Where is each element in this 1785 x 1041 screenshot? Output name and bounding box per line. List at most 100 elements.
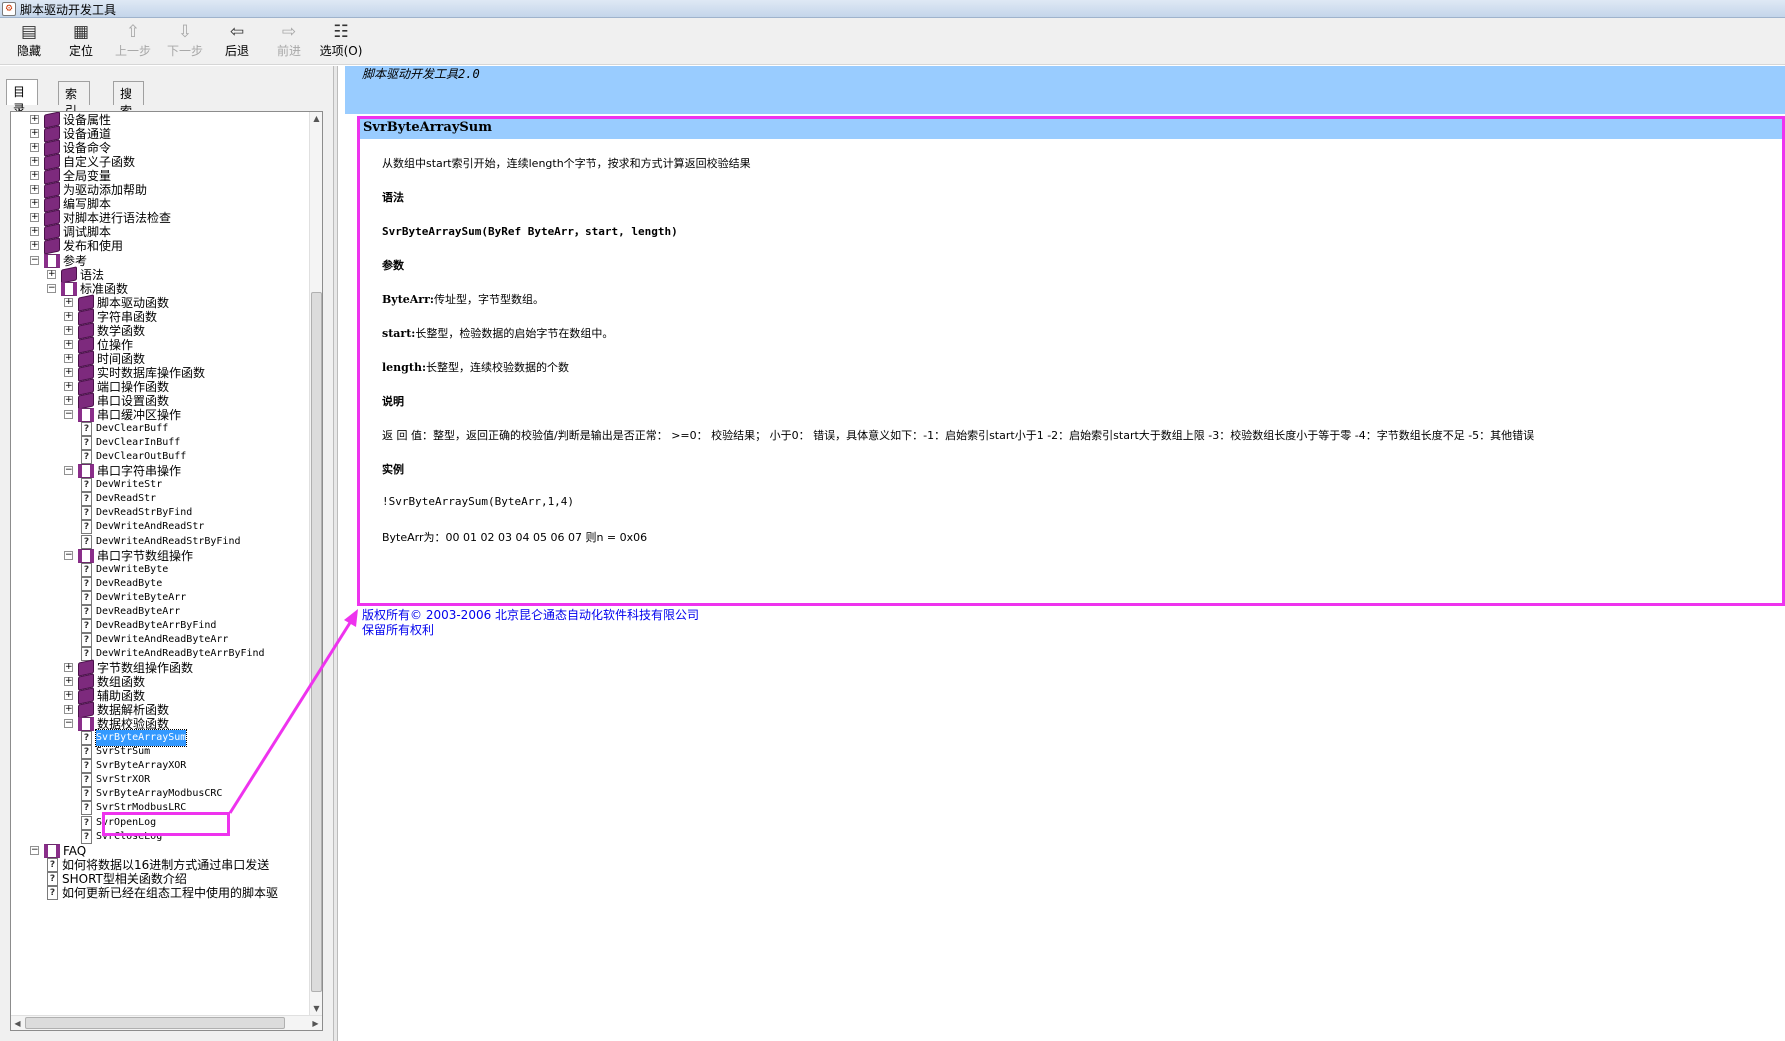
expand-icon[interactable]: + [30, 157, 39, 167]
help-page-icon: ? [81, 773, 92, 788]
app-icon: ⚙ [2, 2, 16, 16]
back-label: 后退 [224, 44, 249, 58]
topic-highlight-box: SvrByteArraySum 从数组中start索引开始，连续length个字… [357, 116, 1785, 606]
expand-icon[interactable]: + [64, 311, 73, 321]
rights-link[interactable]: 保留所有权利 [362, 623, 434, 638]
tab-2[interactable]: 搜索(S) [113, 81, 144, 133]
topic-header: SvrByteArraySum [360, 119, 1782, 139]
help-page-icon: ? [81, 492, 92, 507]
remarks-text: 返 回 值：整型，返回正确的校验值/判断是输出是否正常： >=0： 校验结果； … [382, 429, 1535, 442]
locate-button[interactable]: ▦ 定位 [55, 21, 107, 63]
vertical-scroll-thumb[interactable] [311, 292, 322, 992]
expand-icon[interactable]: + [64, 367, 73, 377]
help-page-icon: ? [81, 422, 92, 437]
help-page-icon: ? [81, 450, 92, 465]
collapse-icon[interactable]: − [64, 410, 73, 420]
title-bar: ⚙ 脚本驱动开发工具 [0, 0, 1785, 18]
expand-icon[interactable]: + [64, 396, 73, 405]
banner-title: 脚本驱动开发工具2.0 [362, 67, 480, 81]
collapse-icon[interactable]: − [64, 466, 73, 476]
scroll-up-icon[interactable]: ▲ [310, 112, 323, 125]
collapse-icon[interactable]: − [30, 845, 39, 855]
param-start: start:长整型，检验数据的启始字节在数组中。 [382, 327, 614, 340]
tree-node-label: 如何更新已经在组态工程中使用的脚本驱 [62, 885, 279, 900]
tab-1[interactable]: 索引(N) [58, 81, 91, 133]
collapse-icon[interactable]: − [30, 255, 39, 265]
back-button[interactable]: ⇦ 后退 [211, 21, 263, 63]
tree-horizontal-scrollbar[interactable]: ◀ ▶ [11, 1015, 322, 1030]
open-book-icon [78, 408, 94, 423]
help-page-icon: ? [47, 857, 58, 872]
copyright-link[interactable]: 版权所有© 2003-2006 北京昆仑通态自动化软件科技有限公司 [362, 608, 699, 623]
forward-label: 前进 [276, 44, 301, 58]
navigation-pane: 目录(C) 索引(N) 搜索(S) +设备属性+设备通道+设备命令+自定义子函数+全… [0, 66, 333, 1041]
example-result: ByteArr为：00 01 02 03 04 05 06 07 则n = 0x… [382, 531, 648, 544]
collapse-icon[interactable]: − [64, 550, 73, 560]
syntax-heading: 语法 [382, 191, 404, 204]
help-page-icon: ? [81, 478, 92, 493]
help-page-icon: ? [81, 815, 92, 830]
open-book-icon [78, 464, 94, 479]
help-page-icon: ? [81, 801, 92, 816]
back-arrow-icon: ⇦ [229, 22, 245, 42]
param-bytearr: ByteArr:传址型，字节型数组。 [382, 293, 544, 306]
expand-icon[interactable]: + [64, 677, 73, 686]
tab-0[interactable]: 目录(C) [6, 79, 38, 131]
expand-icon[interactable]: + [64, 381, 73, 391]
collapse-icon[interactable]: − [64, 719, 73, 729]
expand-icon[interactable]: + [30, 185, 39, 195]
contents-tree-frame: + 设备属性 + 设备通道 + 设备命令 + 自定义子函数 + 全局变量 + 为驱动添加帮助 + 编写脚本… [10, 111, 323, 1031]
help-page-icon: ? [81, 576, 92, 591]
help-page-icon: ? [81, 632, 92, 647]
topic-pane: 脚本驱动开发工具2.0 SvrByteArraySum 从数组中start索引开… [345, 66, 1785, 1041]
expand-icon[interactable]: + [64, 691, 73, 701]
expand-icon[interactable]: + [64, 705, 73, 715]
expand-icon[interactable]: + [30, 213, 39, 223]
topic-banner: 脚本驱动开发工具2.0 [345, 66, 1785, 114]
expand-icon[interactable]: + [30, 171, 39, 181]
expand-icon[interactable]: + [64, 297, 73, 307]
open-book-icon [61, 281, 77, 296]
toolbar: ▤ 隐藏 ▦ 定位 ⇧ 上一步 ⇩ 下一步 ⇦ 后退 ⇨ 前进 ☷ 选项(O) [0, 18, 1785, 65]
contents-tree: + 设备属性 + 设备通道 + 设备命令 + 自定义子函数 + 全局变量 + 为驱动添加帮助 + 编写脚本… [11, 112, 311, 1015]
expand-icon[interactable]: + [30, 115, 39, 124]
options-icon: ☷ [333, 22, 349, 42]
forward-button[interactable]: ⇨ 前进 [263, 21, 315, 63]
options-button[interactable]: ☷ 选项(O) [315, 21, 367, 63]
pane-splitter[interactable] [333, 66, 338, 1041]
open-book-icon [78, 717, 94, 732]
expand-icon[interactable]: + [30, 227, 39, 237]
help-page-icon: ? [81, 745, 92, 760]
collapse-icon[interactable]: − [47, 283, 56, 293]
expand-icon[interactable]: + [64, 339, 73, 349]
open-book-icon [44, 253, 60, 268]
scroll-down-icon[interactable]: ▼ [310, 1002, 323, 1015]
up-arrow-icon: ⇧ [125, 22, 141, 42]
help-page-icon: ? [81, 618, 92, 633]
hide-button[interactable]: ▤ 隐藏 [3, 21, 55, 63]
prev-step-label: 上一步 [114, 44, 151, 58]
help-page-icon: ? [47, 885, 58, 900]
expand-icon[interactable]: + [30, 199, 39, 209]
scroll-right-icon[interactable]: ▶ [309, 1016, 322, 1031]
param-length: length:长整型，连续校验数据的个数 [382, 361, 570, 374]
horizontal-scroll-thumb[interactable] [25, 1017, 285, 1029]
expand-icon[interactable]: + [30, 143, 39, 153]
expand-icon[interactable]: + [30, 129, 39, 139]
expand-icon[interactable]: + [64, 325, 73, 335]
tree-node[interactable]: ? 如何更新已经在组态工程中使用的脚本驱 [11, 885, 311, 901]
example-heading: 实例 [382, 463, 404, 476]
help-page-icon: ? [81, 506, 92, 521]
expand-icon[interactable]: + [64, 353, 73, 363]
next-step-button[interactable]: ⇩ 下一步 [159, 21, 211, 63]
tree-vertical-scrollbar[interactable]: ▲ ▼ [309, 112, 322, 1015]
forward-arrow-icon: ⇨ [281, 22, 297, 42]
scroll-left-icon[interactable]: ◀ [11, 1016, 24, 1031]
expand-icon[interactable]: + [64, 662, 73, 672]
prev-step-button[interactable]: ⇧ 上一步 [107, 21, 159, 63]
help-page-icon: ? [81, 759, 92, 774]
expand-icon[interactable]: + [47, 269, 56, 279]
locate-label: 定位 [68, 44, 93, 58]
locate-icon: ▦ [72, 22, 90, 42]
expand-icon[interactable]: + [30, 241, 39, 251]
